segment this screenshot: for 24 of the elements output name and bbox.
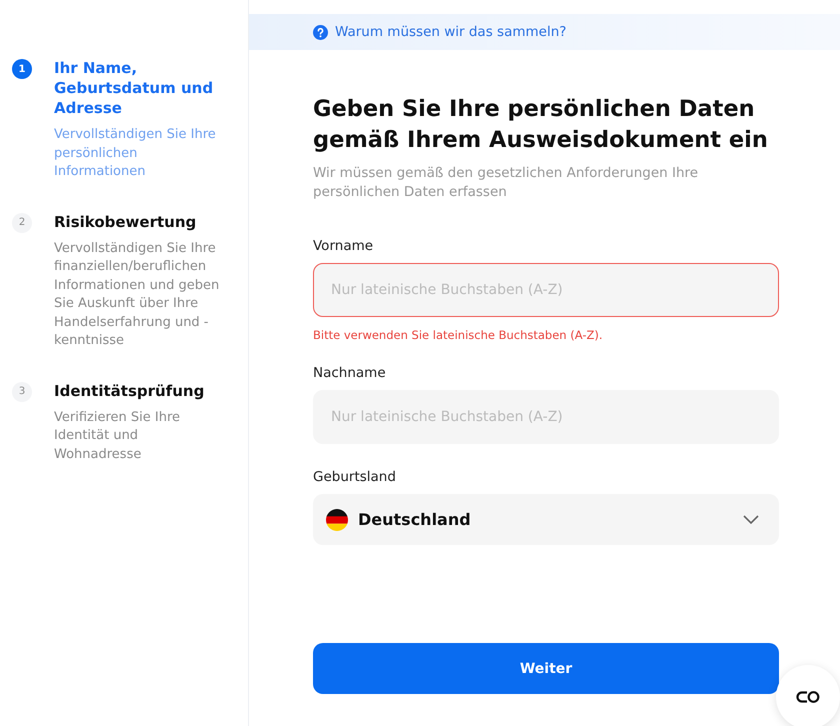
step-description: Vervollständigen Sie Ihre finanziellen/beruflichen Informationen und geben Sie Auskunft über Ihre Handelserfahrung und -kenntnisse [54,240,220,350]
country-select[interactable]: Deutschland [313,494,779,545]
field-label: Vorname [313,238,374,254]
chat-icon [795,690,821,704]
step-description: Vervollständigen Sie Ihre persönlichen Informationen [54,126,217,181]
page-heading: Geben Sie Ihre persönlichen Daten gemäß Ihrem Ausweisdokument ein [313,95,769,155]
continue-button[interactable]: Weiter [313,643,779,694]
step-title: Ihr Name, Geburtsdatum und Adresse [54,58,214,118]
error-message: Bitte verwenden Sie lateinische Buchstaben (A-Z). [313,328,604,342]
help-icon [313,24,328,40]
step-number: 2 [12,212,32,232]
step-title: Identitätsprüfung [54,380,206,400]
text-input[interactable]: Nur lateinische Buchstaben (A-Z) [313,263,779,317]
field-label: Geburtsland [313,469,397,485]
info-link[interactable]: Warum müssen wir das sammeln? [335,24,566,40]
page-subheading: Wir müssen gemäß den gesetzlichen Anforderungen Ihre persönlichen Daten erfassen [313,164,700,202]
step-description: Verifizieren Sie Ihre Identität und Wohnadresse [54,408,182,464]
field-label: Nachname [313,365,387,381]
chat-button[interactable] [776,665,840,726]
flag-icon [326,508,348,530]
chevron-down-icon [743,514,759,524]
step-number: 1 [12,59,32,79]
step-title: Risikobewertung [54,212,198,232]
step-number: 3 [12,382,32,402]
